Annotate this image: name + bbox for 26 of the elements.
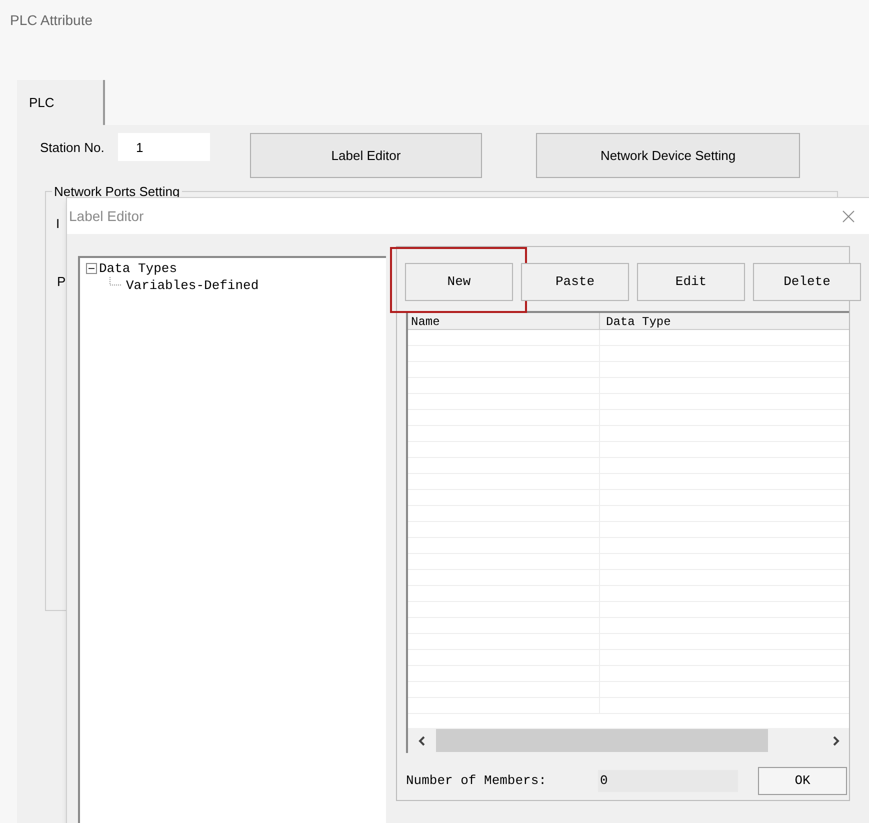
close-icon[interactable]	[842, 210, 855, 222]
label-editor-button[interactable]: Label Editor	[250, 133, 482, 178]
field-label: P	[57, 273, 66, 291]
tree-item[interactable]: Data Types	[99, 258, 178, 278]
scroll-left-icon[interactable]	[417, 736, 427, 746]
field-label: Station No.	[40, 139, 106, 157]
toolbar-button[interactable]: New	[405, 263, 513, 301]
ok-button[interactable]: OK	[758, 767, 847, 795]
toolbar-button[interactable]: Paste	[521, 263, 629, 301]
scrollbar-thumb[interactable]	[436, 729, 768, 752]
dialog-title: Label Editor	[69, 206, 145, 226]
horizontal-scrollbar[interactable]	[408, 728, 849, 753]
window-title: PLC Attribute	[10, 11, 94, 30]
toolbar-button[interactable]: Delete	[753, 263, 861, 301]
field-label: I	[56, 215, 60, 233]
station-number-field[interactable]: 1	[118, 133, 210, 161]
collapse-icon[interactable]	[86, 263, 97, 274]
members-label: Number of Members:	[406, 772, 548, 790]
scroll-right-icon[interactable]	[831, 736, 841, 746]
tab[interactable]: PLC	[17, 80, 105, 125]
column-header[interactable]: Name	[408, 313, 600, 329]
column-header[interactable]: Data Type	[600, 313, 849, 329]
tree-item[interactable]: Variables-Defined	[126, 276, 259, 296]
network-device-setting-button[interactable]: Network Device Setting	[536, 133, 800, 178]
toolbar-button[interactable]: Edit	[637, 263, 745, 301]
members-count-field: 0	[598, 770, 738, 792]
